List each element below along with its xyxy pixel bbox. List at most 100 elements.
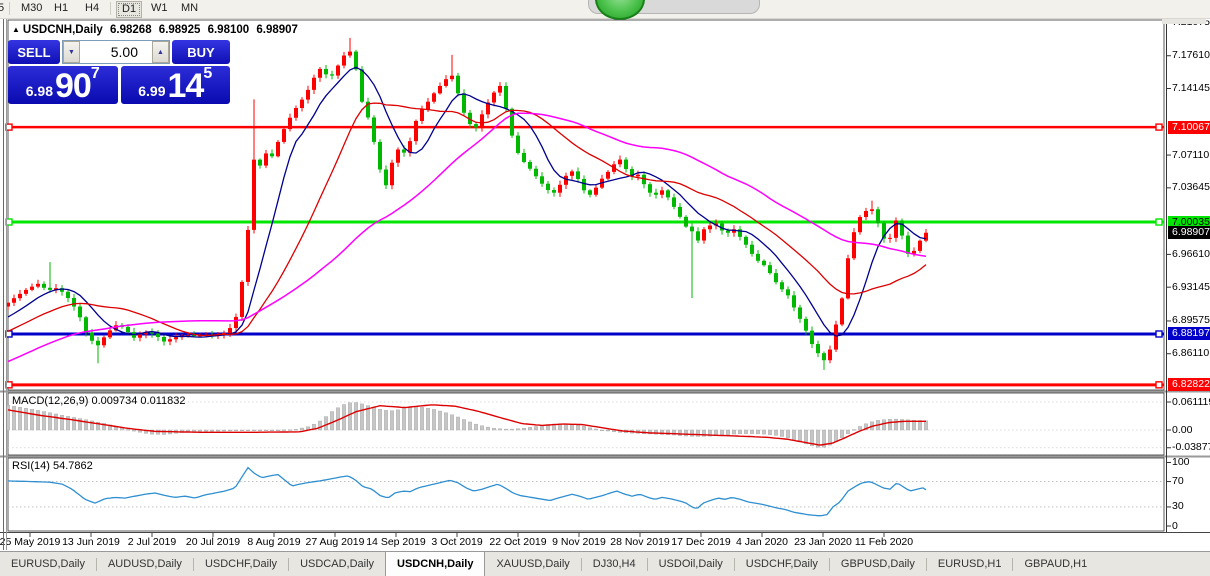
tab-usdchf-daily[interactable]: USDCHF,Daily <box>194 552 288 576</box>
date-label: 4 Jan 2020 <box>736 536 788 548</box>
macd-histogram-bar <box>600 430 603 431</box>
macd-histogram-bar <box>792 430 795 440</box>
timeframe-MN[interactable]: MN <box>176 1 203 16</box>
macd-histogram-bar <box>468 422 471 430</box>
candle-body <box>300 100 304 108</box>
macd-histogram-bar <box>840 430 843 438</box>
timeframe-partial[interactable]: 5 <box>0 1 9 16</box>
macd-histogram-bar <box>450 415 453 430</box>
macd-histogram-bar <box>456 417 459 430</box>
candle-body <box>228 328 232 333</box>
candle-body <box>798 307 802 318</box>
candle-body <box>342 56 346 66</box>
candle-body <box>762 261 766 265</box>
candle-body <box>42 284 46 288</box>
macd-histogram-bar <box>246 430 249 431</box>
candle-body <box>324 69 328 74</box>
candle-body <box>540 176 544 183</box>
candle-body <box>480 114 484 127</box>
candle-body <box>12 298 16 303</box>
buy-button[interactable]: BUY <box>172 40 230 64</box>
sell-button[interactable]: SELL <box>8 40 60 64</box>
macd-histogram-bar <box>360 404 363 430</box>
candle-body <box>546 184 550 190</box>
volume-input[interactable] <box>80 41 152 63</box>
volume-spinner: ▼ ▲ <box>62 40 170 64</box>
macd-histogram-bar <box>588 428 591 430</box>
macd-histogram-bar <box>324 417 327 430</box>
timeframe-M30[interactable]: M30 <box>16 1 47 16</box>
candle-body <box>816 344 820 353</box>
chart-title: ▲USDCNH,Daily 6.98268 6.98925 6.98100 6.… <box>12 24 298 36</box>
candle-body <box>402 149 406 152</box>
sell-quote[interactable]: 6.98 90 7 <box>8 66 118 104</box>
macd-histogram-bar <box>834 430 837 442</box>
candle-body <box>636 175 640 177</box>
current-price-label: 6.98907 <box>1168 226 1210 239</box>
candle-body <box>756 254 760 261</box>
candle-body <box>162 337 166 342</box>
timeframe-H4[interactable]: H4 <box>80 1 104 16</box>
macd-histogram-bar <box>288 430 291 431</box>
tab-eurusd-h1[interactable]: EURUSD,H1 <box>927 552 1013 576</box>
volume-decrease-button[interactable]: ▼ <box>63 41 80 63</box>
candle-body <box>414 121 418 141</box>
tab-usdchf-daily[interactable]: USDCHF,Daily <box>735 552 829 576</box>
timeframe-W1[interactable]: W1 <box>146 1 173 16</box>
macd-histogram-bar <box>690 430 693 436</box>
macd-histogram-bar <box>24 408 27 430</box>
candle-body <box>522 153 526 162</box>
hline-price-label: 6.82822 <box>1168 378 1210 391</box>
candle-body <box>684 217 688 227</box>
ohlc-open: 6.98268 <box>110 24 152 36</box>
timeframe-D1[interactable]: D1 <box>116 1 142 18</box>
hline-anchor-icon[interactable] <box>1156 124 1162 130</box>
macd-histogram-bar <box>402 408 405 430</box>
hline-anchor-icon[interactable] <box>1156 382 1162 388</box>
macd-label: MACD(12,26,9) 0.009734 0.011832 <box>12 395 185 407</box>
candle-body <box>672 197 676 206</box>
hline-anchor-icon[interactable] <box>1156 219 1162 225</box>
macd-histogram-bar <box>264 430 267 431</box>
price-tick-label: 6.86110 <box>1172 347 1209 359</box>
volume-increase-button[interactable]: ▲ <box>152 41 169 63</box>
candle-body <box>294 108 298 118</box>
sell-price-prefix: 6.98 <box>26 81 53 101</box>
macd-histogram-bar <box>414 407 417 430</box>
tab-eurusd-daily[interactable]: EURUSD,Daily <box>0 552 96 576</box>
macd-histogram-bar <box>426 408 429 430</box>
hline-anchor-icon[interactable] <box>1156 331 1162 337</box>
macd-histogram-bar <box>882 420 885 430</box>
candle-body <box>804 319 808 331</box>
ohlc-low: 6.98100 <box>208 24 250 36</box>
candle-body <box>36 284 40 287</box>
rsi-tick-label: 30 <box>1172 500 1184 512</box>
tab-xauusd-daily[interactable]: XAUUSD,Daily <box>485 552 580 576</box>
timeframe-H1[interactable]: H1 <box>49 1 73 16</box>
buy-quote[interactable]: 6.99 14 5 <box>121 66 231 104</box>
tab-usdcad-daily[interactable]: USDCAD,Daily <box>289 552 385 576</box>
macd-histogram-bar <box>12 406 15 430</box>
date-label: 13 Jun 2019 <box>62 536 120 548</box>
date-label: 20 Jul 2019 <box>186 536 240 548</box>
tab-usdoil-daily[interactable]: USDOil,Daily <box>648 552 734 576</box>
tab-gbpusd-daily[interactable]: GBPUSD,Daily <box>830 552 926 576</box>
tab-dj30-h4[interactable]: DJ30,H4 <box>582 552 647 576</box>
macd-histogram-bar <box>378 409 381 430</box>
buy-price-big: 14 <box>168 71 204 101</box>
tab-audusd-daily[interactable]: AUDUSD,Daily <box>97 552 193 576</box>
macd-histogram-bar <box>384 410 387 430</box>
tab-gbpaud-h1[interactable]: GBPAUD,H1 <box>1013 552 1098 576</box>
candle-body <box>918 241 922 251</box>
candle-body <box>72 298 76 307</box>
candle-body <box>558 185 562 193</box>
macd-histogram-bar <box>846 430 849 434</box>
macd-histogram-bar <box>762 430 765 434</box>
toolbar-separator <box>110 2 111 15</box>
candle-body <box>18 294 22 298</box>
macd-histogram-bar <box>888 419 891 430</box>
tab-usdcnh-daily[interactable]: USDCNH,Daily <box>385 552 485 576</box>
macd-histogram-bar <box>36 410 39 430</box>
macd-histogram-bar <box>516 429 519 430</box>
candle-body <box>906 236 910 254</box>
